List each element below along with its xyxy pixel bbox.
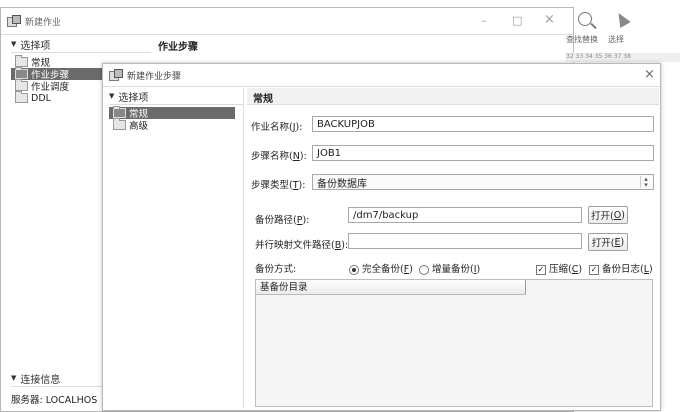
main-tree-item-label: 作业调度	[31, 82, 70, 93]
close-button[interactable]: ×	[544, 12, 555, 27]
main-content-header: 作业步骤	[158, 42, 198, 53]
section-header: 常规	[247, 88, 659, 105]
backup-path-value: /dm7/backup	[353, 209, 419, 221]
dialog-left-panel-header: ▼ 选择项	[109, 88, 243, 105]
app-icon	[7, 15, 21, 27]
folder-icon	[15, 91, 28, 103]
collapse-arrow-icon[interactable]: ▼	[11, 40, 16, 48]
incremental-backup-radio[interactable]: 增量备份(I)	[419, 261, 480, 275]
main-left-panel-header: ▼ 选择项	[11, 36, 151, 53]
main-window-title: 新建作业	[25, 17, 62, 28]
step-type-select[interactable]: 备份数据库 ▴ ▾	[312, 174, 654, 190]
search-icon-handle	[590, 22, 597, 30]
folder-icon	[113, 118, 126, 130]
main-tree-item-label: DDL	[31, 92, 51, 104]
select-label[interactable]: 选择	[608, 34, 624, 45]
server-label: 服务器: LOCALHOS	[11, 395, 98, 406]
connection-info-panel: ▼ 连接信息 服务器: LOCALHOS	[11, 370, 105, 406]
background-toolbar: 查找替换 选择	[566, 9, 680, 56]
dialog-left-panel-title: 选择项	[118, 92, 149, 104]
minimize-button[interactable]: –	[481, 14, 487, 27]
full-backup-radio[interactable]: 完全备份(F)	[349, 261, 413, 275]
dialog-left-panel: ▼ 选择项 常规 高级	[109, 88, 244, 408]
connection-info-title: 连接信息	[20, 374, 61, 386]
main-left-panel-title: 选择项	[20, 40, 51, 52]
folder-icon	[15, 55, 28, 67]
backup-mode-label: 备份方式:	[255, 264, 297, 275]
step-name-label: 步骤名称(N):	[251, 151, 307, 162]
mapfile-path-input[interactable]	[348, 233, 582, 249]
dialog-app-icon	[109, 69, 123, 81]
backup-path-input[interactable]: /dm7/backup	[348, 207, 582, 223]
radio-unchecked-icon	[419, 264, 429, 275]
folder-icon	[15, 67, 28, 79]
dialog-title: 新建作业步骤	[127, 71, 182, 82]
background-ruler: 32 33 34 35 36 37 38	[566, 53, 680, 62]
backup-path-label: 备份路径(P):	[255, 215, 310, 226]
folder-icon	[113, 106, 126, 118]
collapse-arrow-icon[interactable]: ▼	[109, 92, 114, 100]
checkbox-checked-icon: ✓	[589, 264, 599, 275]
checkbox-checked-icon: ✓	[536, 264, 546, 275]
step-name-value: JOB1	[317, 147, 342, 159]
step-type-label: 步骤类型(T):	[251, 180, 306, 191]
main-window-titlebar: 新建作业 – □ ×	[1, 8, 573, 35]
step-type-value: 备份数据库	[317, 178, 367, 190]
backup-log-checkbox[interactable]: ✓ 备份日志(L)	[589, 261, 653, 275]
job-name-value: BACKUPJOB	[317, 118, 375, 130]
folder-icon	[15, 79, 28, 91]
backup-path-open-button[interactable]: 打开(O)	[588, 206, 628, 224]
job-name-input[interactable]: BACKUPJOB	[312, 116, 654, 132]
radio-checked-icon	[349, 264, 359, 275]
base-backup-dir-table[interactable]: 基备份目录	[255, 279, 653, 407]
job-name-label: 作业名称(J):	[251, 122, 303, 133]
dialog-tree-item-general[interactable]: 常规	[109, 106, 235, 120]
new-job-step-dialog: 新建作业步骤 × ▼ 选择项 常规 高级 常规 作业名称(J): BACKUPJ…	[102, 63, 661, 411]
compress-checkbox[interactable]: ✓ 压缩(C)	[536, 261, 582, 275]
dialog-tree-item-advanced[interactable]: 高级	[109, 118, 243, 132]
base-backup-dir-header-label: 基备份目录	[260, 282, 308, 293]
maximize-button[interactable]: □	[512, 14, 522, 27]
connection-info-header: ▼ 连接信息	[11, 370, 105, 387]
collapse-arrow-icon[interactable]: ▼	[11, 374, 16, 382]
base-backup-dir-column-header[interactable]: 基备份目录	[256, 280, 526, 295]
step-name-input[interactable]: JOB1	[312, 145, 654, 161]
mapfile-path-open-button[interactable]: 打开(E)	[588, 233, 628, 251]
section-title: 常规	[253, 94, 273, 105]
dialog-titlebar: 新建作业步骤 ×	[103, 64, 660, 87]
dialog-close-button[interactable]: ×	[644, 67, 655, 82]
search-replace-label[interactable]: 查找替换	[566, 34, 598, 45]
select-arrows-icon: ▴ ▾	[640, 176, 651, 189]
dialog-tree-item-label: 高级	[129, 121, 149, 132]
cursor-icon[interactable]	[613, 9, 631, 29]
mapfile-path-label: 并行映射文件路径(B):	[255, 240, 349, 251]
